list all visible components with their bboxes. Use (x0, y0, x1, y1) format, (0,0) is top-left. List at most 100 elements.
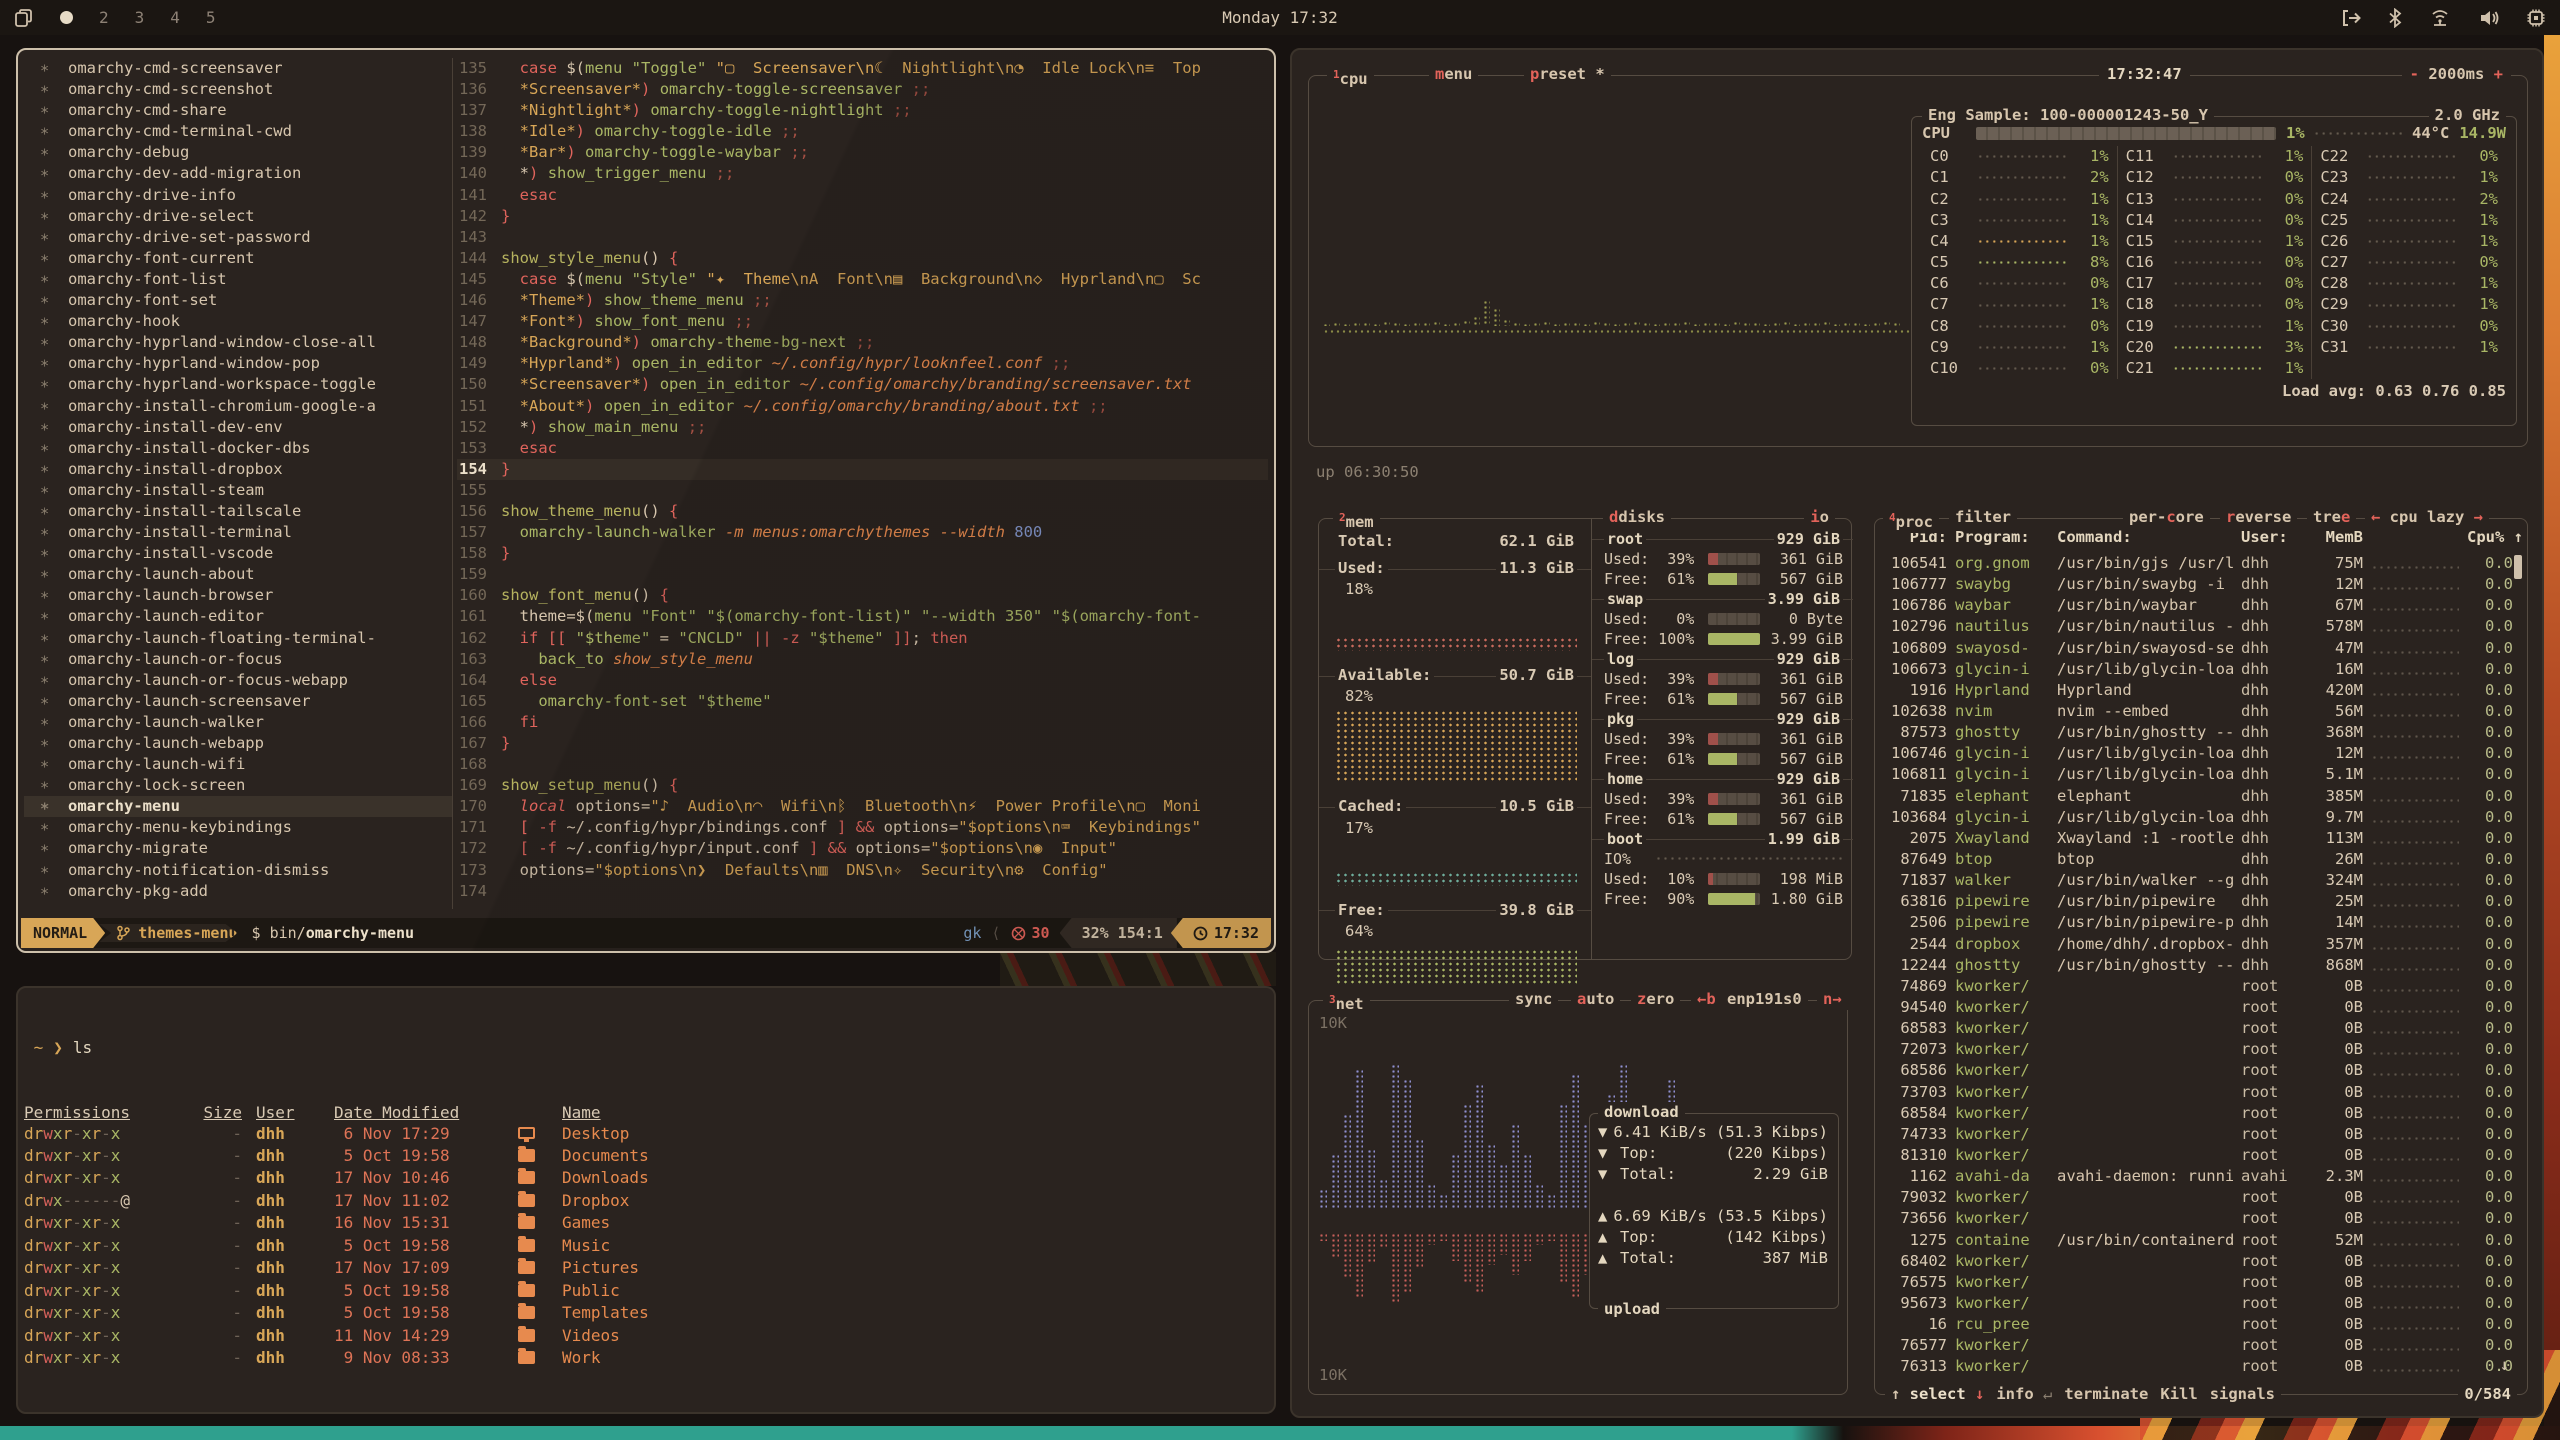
process-row[interactable]: 2506pipewire/usr/bin/pipewire-pulsedhh14… (1879, 912, 2513, 933)
tree-item[interactable]: ∗omarchy-install-vscode (24, 543, 452, 564)
process-row[interactable]: 106811glycin-i/usr/lib/glycin-loadersdhh… (1879, 764, 2513, 785)
process-row[interactable]: 72073kworker/root0B0.0 (1879, 1039, 2513, 1060)
process-row[interactable]: 71835elephantelephantdhh385M0.0 (1879, 786, 2513, 807)
select-control[interactable]: ↑ select ↓ (1885, 1384, 1990, 1405)
kill-button[interactable]: Kill (2154, 1384, 2203, 1405)
process-row[interactable]: 102638nvimnvim --embeddhh56M0.0 (1879, 701, 2513, 722)
workspace-number[interactable]: 5 (206, 8, 216, 27)
code-line[interactable]: 153 esac (457, 438, 1268, 459)
code-line[interactable]: 135 case $(menu "Toggle" "▢ Screensaver\… (457, 58, 1268, 79)
cpu-box-title[interactable]: 1cpu (1327, 64, 1374, 90)
process-row[interactable]: 63816pipewire/usr/bin/pipewiredhh25M0.0 (1879, 891, 2513, 912)
tree-item[interactable]: ∗omarchy-launch-or-focus (24, 649, 452, 670)
tree-item[interactable]: ∗omarchy-dev-add-migration (24, 163, 452, 184)
code-line[interactable]: 138 *Idle*) omarchy-toggle-idle ;; (457, 121, 1268, 142)
cpu-chip-icon[interactable] (2526, 8, 2546, 28)
tree-item[interactable]: ∗omarchy-launch-wifi (24, 754, 452, 775)
tree-button[interactable]: tree (2307, 507, 2356, 528)
tree-item[interactable]: ∗omarchy-hyprland-window-pop (24, 353, 452, 374)
process-row[interactable]: 106777swaybg/usr/bin/swaybg -i /homdhh12… (1879, 574, 2513, 595)
process-row[interactable]: 81310kworker/root0B0.0 (1879, 1145, 2513, 1166)
process-row[interactable]: 2075XwaylandXwayland :1 -rootless -dhh11… (1879, 828, 2513, 849)
code-line[interactable]: 166 fi (457, 712, 1268, 733)
network-icon[interactable] (2428, 8, 2452, 28)
tree-item[interactable]: ∗omarchy-drive-set-password (24, 227, 452, 248)
process-row[interactable]: 68586kworker/root0B0.0 (1879, 1060, 2513, 1081)
tree-item[interactable]: ∗omarchy-install-dev-env (24, 417, 452, 438)
code-line[interactable]: 148 *Background*) omarchy-theme-bg-next … (457, 332, 1268, 353)
code-line[interactable]: 137 *Nightlight*) omarchy-toggle-nightli… (457, 100, 1268, 121)
workspace-number[interactable]: 3 (135, 8, 145, 27)
process-row[interactable]: 103684glycin-i/usr/lib/glycin-loadersdhh… (1879, 807, 2513, 828)
filter-button[interactable]: filter (1949, 507, 2017, 528)
code-line[interactable]: 167} (457, 733, 1268, 754)
process-row[interactable]: 68583kworker/root0B0.0 (1879, 1018, 2513, 1039)
proc-scrollbar-thumb[interactable] (2514, 555, 2522, 579)
tree-item[interactable]: ∗omarchy-font-list (24, 269, 452, 290)
tree-item[interactable]: ∗omarchy-launch-webapp (24, 733, 452, 754)
process-row[interactable]: 74733kworker/root0B0.0 (1879, 1124, 2513, 1145)
update-interval-control[interactable]: - 2000ms + (2402, 64, 2511, 85)
code-line[interactable]: 149 *Hyprland*) open_in_editor ~/.config… (457, 353, 1268, 374)
code-line[interactable]: 158} (457, 543, 1268, 564)
code-line[interactable]: 163 back_to show_style_menu (457, 649, 1268, 670)
code-line[interactable]: 141 esac (457, 185, 1268, 206)
process-row[interactable]: 106541org.gnom/usr/bin/gjs /usr/lib/odhh… (1879, 553, 2513, 574)
tree-item[interactable]: ∗omarchy-drive-select (24, 206, 452, 227)
process-row[interactable]: 12244ghostty/usr/bin/ghostty --gtk-dhh86… (1879, 955, 2513, 976)
process-row[interactable]: 79032kworker/root0B0.0 (1879, 1187, 2513, 1208)
process-row[interactable]: 16rcu_preeroot0B0.0 (1879, 1314, 2513, 1335)
code-line[interactable]: 157 omarchy-launch-walker -m menus:omarc… (457, 522, 1268, 543)
code-line[interactable]: 164 else (457, 670, 1268, 691)
code-line[interactable]: 171 [ -f ~/.config/hypr/bindings.conf ] … (457, 817, 1268, 838)
net-next-iface-button[interactable]: n→ (1817, 989, 1848, 1010)
workspace-number[interactable]: 2 (99, 8, 109, 27)
per-core-button[interactable]: per-core (2123, 507, 2210, 528)
code-line[interactable]: 173 options="$options\n❯ Defaults\n▥ DNS… (457, 860, 1268, 881)
net-auto-button[interactable]: auto (1571, 989, 1620, 1010)
process-row[interactable]: 76575kworker/root0B0.0 (1879, 1272, 2513, 1293)
code-line[interactable]: 139 *Bar*) omarchy-toggle-waybar ;; (457, 142, 1268, 163)
tree-item[interactable]: ∗omarchy-install-docker-dbs (24, 438, 452, 459)
process-row[interactable]: 102796nautilus/usr/bin/nautilus --newdhh… (1879, 616, 2513, 637)
process-row[interactable]: 71837walker/usr/bin/walker --gappldhh324… (1879, 870, 2513, 891)
code-line[interactable]: 170 local options="♪ Audio\n◠ Wifi\nᛒ Bl… (457, 796, 1268, 817)
terminate-button[interactable]: terminate (2058, 1384, 2154, 1405)
workspace-active-indicator[interactable] (60, 11, 73, 24)
tree-item[interactable]: ∗omarchy-launch-screensaver (24, 691, 452, 712)
tree-item[interactable]: ∗omarchy-font-current (24, 248, 452, 269)
process-row[interactable]: 1162avahi-daavahi-daemon: running [avahi… (1879, 1166, 2513, 1187)
windows-icon[interactable] (14, 8, 34, 28)
tree-item[interactable]: ∗omarchy-hyprland-window-close-all (24, 332, 452, 353)
tree-item[interactable]: ∗omarchy-hyprland-workspace-toggle (24, 374, 452, 395)
tree-item[interactable]: ∗omarchy-pkg-add (24, 881, 452, 902)
sort-column-control[interactable]: ← cpu lazy → (2365, 507, 2489, 528)
tree-item[interactable]: ∗omarchy-launch-about (24, 564, 452, 585)
process-row[interactable]: 76313kworker/root0B0.0 (1879, 1356, 2513, 1377)
tree-item[interactable]: ∗omarchy-install-dropbox (24, 459, 452, 480)
code-line[interactable]: 152 *) show_main_menu ;; (457, 417, 1268, 438)
process-row[interactable]: 106809swayosd-/usr/bin/swayosd-serverdhh… (1879, 638, 2513, 659)
net-prev-iface-button[interactable]: ←b (1691, 989, 1722, 1010)
code-line[interactable]: 150 *Screensaver*) open_in_editor ~/.con… (457, 374, 1268, 395)
code-line[interactable]: 144show_style_menu() { (457, 248, 1268, 269)
tree-item[interactable]: ∗omarchy-menu-keybindings (24, 817, 452, 838)
process-row[interactable]: 1916HyprlandHyprlanddhh420M0.0 (1879, 680, 2513, 701)
tree-item[interactable]: ∗omarchy-font-set (24, 290, 452, 311)
code-line[interactable]: 169show_setup_menu() { (457, 775, 1268, 796)
process-row[interactable]: 2544dropbox/home/dhh/.dropbox-distdhh357… (1879, 934, 2513, 955)
reverse-button[interactable]: reverse (2220, 507, 2297, 528)
proc-box-title[interactable]: 4proc (1883, 507, 1939, 533)
process-row[interactable]: 106786waybar/usr/bin/waybardhh67M0.0 (1879, 595, 2513, 616)
tree-item[interactable]: ∗omarchy-install-steam (24, 480, 452, 501)
process-row[interactable]: 1275containe/usr/bin/containerdroot52M0.… (1879, 1230, 2513, 1251)
workspace-number[interactable]: 4 (170, 8, 180, 27)
process-row[interactable]: 74869kworker/root0B0.0 (1879, 976, 2513, 997)
tree-item[interactable]: ∗omarchy-notification-dismiss (24, 860, 452, 881)
tree-item[interactable]: ∗omarchy-cmd-terminal-cwd (24, 121, 452, 142)
tree-item[interactable]: ∗omarchy-install-tailscale (24, 501, 452, 522)
bluetooth-icon[interactable] (2388, 8, 2402, 28)
code-line[interactable]: 136 *Screensaver*) omarchy-toggle-screen… (457, 79, 1268, 100)
info-button[interactable]: info ↵ (1990, 1384, 2058, 1405)
code-line[interactable]: 156show_theme_menu() { (457, 501, 1268, 522)
